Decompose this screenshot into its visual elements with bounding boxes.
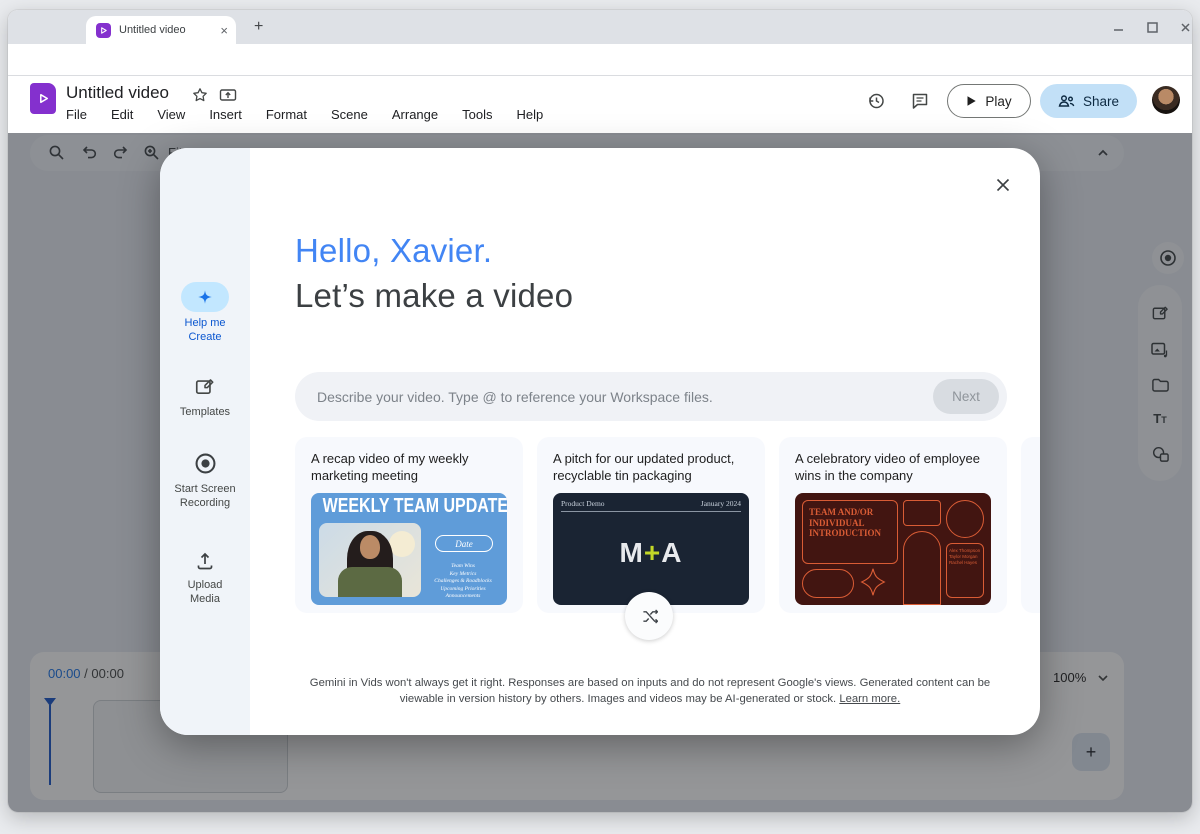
maximize-icon[interactable]: [1146, 21, 1159, 34]
card-title: A pitch for our updated product, recycla…: [553, 451, 735, 483]
tab-close-icon[interactable]: ×: [220, 23, 228, 38]
card-title: A recap video of my weekly marketing mee…: [311, 451, 469, 483]
thumb-top-right: January 2024: [700, 499, 741, 508]
shuffle-suggestions-button[interactable]: [625, 592, 673, 640]
suggestion-card-partial[interactable]: [1021, 437, 1040, 613]
share-button[interactable]: Share: [1040, 84, 1137, 118]
window-close-icon[interactable]: [1179, 21, 1192, 34]
agenda-list: Team Wins Key Metrics Challenges & Roadb…: [434, 563, 492, 599]
menu-help[interactable]: Help: [516, 107, 543, 122]
record-sidebar-icon[interactable]: [160, 452, 250, 475]
sparkle-icon[interactable]: [181, 282, 229, 312]
version-history-icon[interactable]: [866, 91, 886, 111]
suggestion-cards: A recap video of my weekly marketing mee…: [295, 437, 1040, 615]
share-label: Share: [1082, 93, 1120, 109]
card-title: A celebratory video of employee wins in …: [795, 451, 980, 483]
suggestion-card-employee-wins[interactable]: A celebratory video of employee wins in …: [779, 437, 1007, 613]
thumb-headline: WEEKLY TEAM UPDATES: [322, 495, 507, 517]
app-header: Untitled video File Edit View Insert For…: [8, 76, 1192, 133]
menu-insert[interactable]: Insert: [209, 107, 242, 122]
menu-file[interactable]: File: [66, 107, 87, 122]
sidebar-item-start-screen-recording[interactable]: Start Screen Recording: [160, 482, 250, 510]
card-thumbnail-celebration: TEAM AND/OR INDIVIDUAL INTRODUCTION Alex…: [795, 493, 991, 605]
vids-logo: [30, 83, 56, 114]
comment-icon[interactable]: [911, 92, 930, 110]
sidebar-item-templates[interactable]: Templates: [160, 405, 250, 419]
sidebar-item-help-me-create[interactable]: Help me Create: [160, 316, 250, 344]
move-folder-icon[interactable]: [219, 87, 237, 103]
prompt-field[interactable]: Next: [295, 372, 1007, 421]
user-avatar[interactable]: [1152, 86, 1180, 114]
document-title[interactable]: Untitled video: [66, 83, 169, 103]
help-me-create-dialog: Help me Create Templates Start Screen Re…: [160, 148, 1040, 735]
star-document-icon[interactable]: [192, 87, 208, 103]
greeting: Hello, Xavier. Let’s make a video: [295, 228, 573, 318]
new-tab-icon[interactable]: +: [254, 18, 263, 36]
url-bar-row: vids.google.com: [8, 44, 1192, 106]
greeting-subtitle: Let’s make a video: [295, 277, 574, 314]
vids-favicon-icon: [96, 22, 111, 38]
presenter-photo: [319, 523, 421, 597]
play-button[interactable]: Play: [947, 84, 1031, 118]
menu-bar: File Edit View Insert Format Scene Arran…: [66, 107, 543, 122]
play-label: Play: [985, 93, 1012, 109]
dialog-sidebar: Help me Create Templates Start Screen Re…: [160, 148, 250, 735]
menu-tools[interactable]: Tools: [462, 107, 492, 122]
upload-sidebar-icon[interactable]: [160, 550, 250, 572]
minimize-icon[interactable]: [1112, 20, 1126, 34]
suggestion-card-weekly-recap[interactable]: A recap video of my weekly marketing mee…: [295, 437, 523, 613]
dialog-close-icon[interactable]: [988, 170, 1018, 200]
templates-sidebar-icon[interactable]: [160, 375, 250, 397]
browser-tab[interactable]: Untitled video ×: [86, 16, 236, 44]
tab-title: Untitled video: [119, 24, 186, 36]
window-controls: [1112, 18, 1192, 36]
menu-scene[interactable]: Scene: [331, 107, 368, 122]
thumb-top-left: Product Demo: [561, 499, 605, 508]
menu-edit[interactable]: Edit: [111, 107, 133, 122]
thumb-headline: TEAM AND/OR INDIVIDUAL INTRODUCTION: [802, 500, 898, 564]
menu-view[interactable]: View: [157, 107, 185, 122]
four-point-star-shape: [860, 568, 886, 596]
next-button[interactable]: Next: [933, 379, 999, 414]
tab-strip: Untitled video × +: [8, 10, 1192, 44]
card-thumbnail-pitch: Product Demo January 2024 M+A: [553, 493, 749, 605]
browser-window: Untitled video × + vids.google.com: [8, 10, 1192, 812]
thumb-logo-text: M+A: [619, 537, 683, 568]
menu-arrange[interactable]: Arrange: [392, 107, 438, 122]
date-pill: Date: [435, 535, 493, 552]
menu-format[interactable]: Format: [266, 107, 307, 122]
learn-more-link[interactable]: Learn more.: [839, 693, 900, 705]
names-list: Alex Thompson Taylor Morgan Rachel Hayes: [946, 543, 984, 598]
card-thumbnail-weekly: WEEKLY TEAM UPDATES Date Team Wins Key M…: [311, 493, 507, 605]
ai-disclaimer: Gemini in Vids won't always get it right…: [305, 676, 995, 707]
suggestion-card-product-pitch[interactable]: A pitch for our updated product, recycla…: [537, 437, 765, 613]
greeting-hello: Hello, Xavier.: [295, 232, 493, 269]
prompt-input[interactable]: [317, 372, 877, 421]
screen: Untitled video × + vids.google.com: [0, 0, 1200, 834]
sidebar-item-upload-media[interactable]: Upload Media: [160, 578, 250, 606]
